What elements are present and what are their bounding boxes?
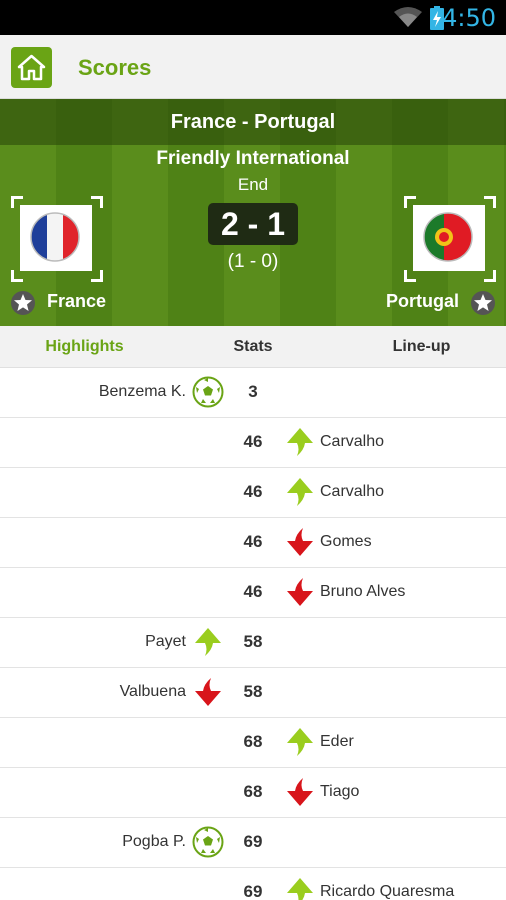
event-row[interactable]: 46 Gomes xyxy=(0,518,506,568)
match-header: France - Portugal Friendly International… xyxy=(0,99,506,326)
event-minute: 69 xyxy=(243,832,263,851)
away-team-name: Portugal xyxy=(385,291,459,311)
substitution-in-arrow-icon xyxy=(287,428,313,456)
favorite-away-star-icon[interactable] xyxy=(470,290,496,316)
tab-highlights[interactable]: Highlights xyxy=(0,326,169,368)
events-list: Benzema K. 3 46 Carvalho 46 Carvalho 46 Gomes 46… xyxy=(0,368,506,900)
tab-stats[interactable]: Stats xyxy=(169,326,337,368)
substitution-out-arrow-icon xyxy=(287,578,313,606)
competition-name: Friendly International xyxy=(156,148,350,169)
event-away-player: Eder xyxy=(320,733,354,750)
substitution-in-arrow-icon xyxy=(287,878,313,900)
france-flag-icon xyxy=(30,212,80,262)
event-home-player: Pogba P. xyxy=(122,833,186,850)
event-row[interactable]: 46 Carvalho xyxy=(0,418,506,468)
tab-lineup[interactable]: Line-up xyxy=(337,326,506,368)
soccer-ball-icon xyxy=(192,376,224,408)
page-title: Scores xyxy=(78,55,152,80)
event-minute: 46 xyxy=(243,582,263,601)
event-minute: 3 xyxy=(248,382,258,401)
match-status: End xyxy=(237,175,269,194)
event-home-player: Payet xyxy=(145,633,186,650)
event-row[interactable]: Payet 58 xyxy=(0,618,506,668)
event-minute: 46 xyxy=(243,432,263,451)
wifi-icon xyxy=(394,7,422,27)
event-row[interactable]: 46 Carvalho xyxy=(0,468,506,518)
event-away-player: Carvalho xyxy=(320,483,385,500)
substitution-in-arrow-icon xyxy=(287,478,313,506)
event-minute: 69 xyxy=(243,882,263,900)
away-team-flag[interactable] xyxy=(404,196,496,282)
event-away-player: Carvalho xyxy=(320,433,385,450)
match-title: France - Portugal xyxy=(170,111,336,133)
event-row[interactable]: 68 Tiago xyxy=(0,768,506,818)
final-score: 2 - 1 xyxy=(208,203,298,245)
event-minute: 46 xyxy=(243,482,263,501)
event-row[interactable]: 68 Eder xyxy=(0,718,506,768)
event-row[interactable]: Pogba P. 69 xyxy=(0,818,506,868)
action-bar: Scores xyxy=(0,35,506,99)
event-away-player: Ricardo Quaresma xyxy=(320,883,455,900)
soccer-ball-icon xyxy=(192,826,224,858)
home-team-flag[interactable] xyxy=(11,196,103,282)
event-row[interactable]: Benzema K. 3 xyxy=(0,368,506,418)
status-clock: 4:50 xyxy=(442,4,496,32)
event-home-player: Valbuena xyxy=(119,683,186,700)
event-minute: 68 xyxy=(243,782,263,801)
event-home-player: Benzema K. xyxy=(98,383,186,400)
tab-bar: Highlights Stats Line-up xyxy=(0,326,506,368)
home-team-name: France xyxy=(47,291,107,311)
substitution-out-arrow-icon xyxy=(287,778,313,806)
event-away-player: Gomes xyxy=(320,533,372,550)
favorite-home-star-icon[interactable] xyxy=(10,290,36,316)
event-row[interactable]: Valbuena 58 xyxy=(0,668,506,718)
event-minute: 58 xyxy=(243,632,263,651)
portugal-flag-icon xyxy=(423,212,473,262)
match-title-bar: France - Portugal xyxy=(0,99,506,145)
event-row[interactable]: 46 Bruno Alves xyxy=(0,568,506,618)
status-bar: 4:50 xyxy=(0,0,506,35)
substitution-in-arrow-icon xyxy=(287,728,313,756)
home-icon xyxy=(17,54,46,81)
event-minute: 46 xyxy=(243,532,263,551)
event-minute: 58 xyxy=(243,682,263,701)
event-away-player: Bruno Alves xyxy=(320,583,406,600)
substitution-out-arrow-icon xyxy=(287,528,313,556)
event-minute: 68 xyxy=(243,732,263,751)
substitution-in-arrow-icon xyxy=(195,628,221,656)
event-row[interactable]: 69 Ricardo Quaresma xyxy=(0,868,506,900)
substitution-out-arrow-icon xyxy=(195,678,221,706)
home-button[interactable] xyxy=(11,47,52,88)
event-away-player: Tiago xyxy=(320,783,360,800)
